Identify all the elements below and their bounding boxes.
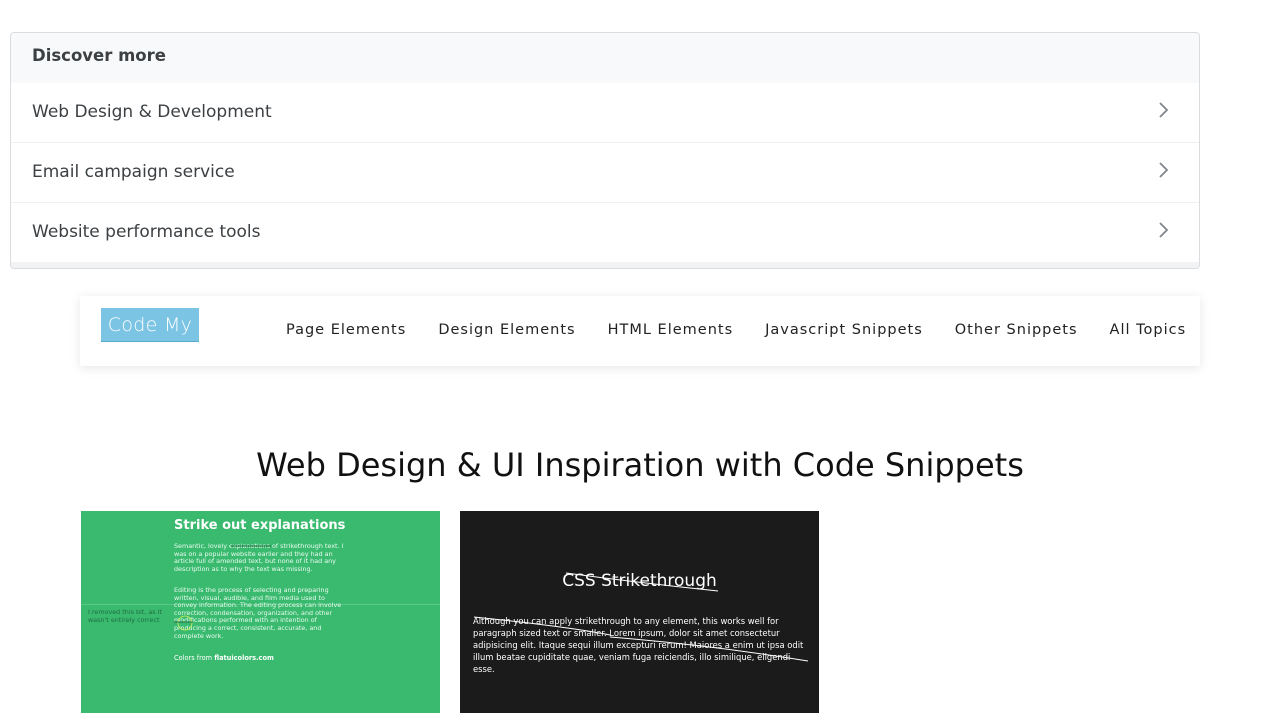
card-title: CSS Strikethrough: [562, 571, 717, 591]
card-paragraph: Although you can apply strikethrough to …: [473, 616, 804, 674]
snippet-card-css-strikethrough[interactable]: CSS Strikethrough Although you can apply…: [460, 511, 819, 713]
discover-item-label: Website performance tools: [32, 222, 261, 242]
nav-link-javascript-snippets[interactable]: Javascript Snippets: [765, 322, 923, 338]
discover-item-label: Web Design & Development: [32, 102, 272, 122]
card-paragraph: Editing is the process of selecting and …: [174, 586, 342, 640]
card-title: Strike out explanations: [174, 518, 346, 533]
discover-more-panel: Discover more Web Design & Development E…: [10, 32, 1200, 269]
nav-link-html-elements[interactable]: HTML Elements: [608, 322, 734, 338]
nav-links: Page Elements Design Elements HTML Eleme…: [286, 322, 1218, 338]
site-navbar: Code My UI Page Elements Design Elements…: [80, 296, 1200, 370]
chevron-right-icon: [1159, 102, 1169, 118]
nav-link-page-elements[interactable]: Page Elements: [286, 322, 406, 338]
nav-link-other-snippets[interactable]: Other Snippets: [955, 322, 1078, 338]
card-paragraph: Semantic, lovely explanations of striket…: [174, 542, 344, 573]
strikethrough-marks: [473, 572, 809, 662]
discover-item-web-design[interactable]: Web Design & Development: [11, 83, 1199, 143]
card-credit: Colors from flatuicolors.com: [174, 654, 274, 662]
discover-more-heading: Discover more: [11, 33, 1199, 83]
nav-link-all-topics[interactable]: All Topics: [1110, 322, 1187, 338]
discover-item-performance-tools[interactable]: Website performance tools: [11, 203, 1199, 263]
page-title: Web Design & UI Inspiration with Code Sn…: [256, 446, 1024, 484]
chevron-right-icon: [1159, 162, 1169, 178]
card-side-note: I removed this bit, as it wasn't entirel…: [88, 608, 162, 624]
card-credit-source: flatuicolors.com: [214, 654, 274, 662]
chevron-right-icon: [1159, 222, 1169, 238]
discover-item-email-campaign[interactable]: Email campaign service: [11, 143, 1199, 203]
snippet-card-strike-out-explanations[interactable]: Strike out explanations Semantic, lovely…: [81, 511, 440, 713]
site-logo[interactable]: Code My UI: [101, 308, 199, 370]
card-credit-prefix: Colors from: [174, 654, 215, 662]
discover-panel-footer: [11, 262, 1199, 268]
nav-link-design-elements[interactable]: Design Elements: [438, 322, 575, 338]
discover-item-label: Email campaign service: [32, 162, 235, 182]
